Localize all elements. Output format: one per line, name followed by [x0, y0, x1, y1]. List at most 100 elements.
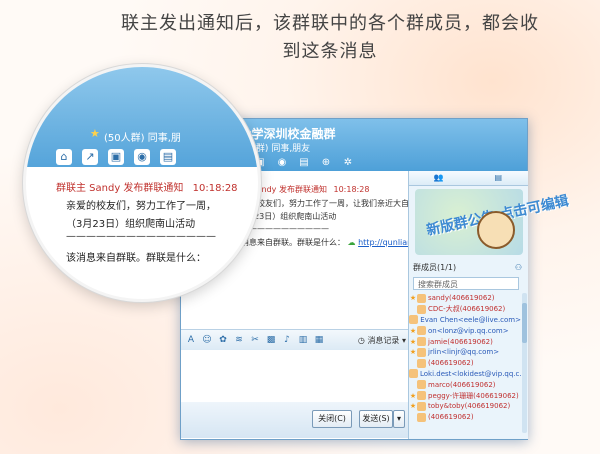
link-icon: ☁: [347, 238, 356, 247]
app-icon[interactable]: ▦: [313, 334, 325, 346]
magnifier-toolbar: ⌂ ↗ ▣ ◉ ▤: [56, 149, 176, 165]
caption: 联主发出通知后，该群联中的各个群成员，都会收 到这条消息: [110, 10, 550, 66]
star-icon: ★: [90, 127, 100, 140]
image-icon[interactable]: ▩: [265, 334, 277, 346]
admin-star-icon: ★: [409, 348, 417, 357]
send-options-button[interactable]: ▾: [393, 410, 405, 428]
avatar: [417, 304, 426, 314]
magnifier-group-tags: 同事,朋: [147, 133, 181, 144]
history-icon: ◷: [357, 335, 365, 345]
video-icon: ◉: [134, 149, 150, 165]
right-panel: 👥 ▤ 新版群公告 点击可编辑 群成员(1/1) ⚇ 搜索群成员 ★ sandy(…: [408, 171, 570, 439]
member-item[interactable]: ★ peggy-许珊珊(406619062): [409, 390, 521, 401]
caption-line-1: 联主发出通知后，该群联中的各个群成员，都会收: [121, 13, 539, 34]
member-name: sandy(406619062): [428, 294, 495, 303]
member-item[interactable]: marco(406619062): [409, 379, 521, 390]
member-name: jrlin<linjr@qq.com>: [428, 348, 500, 357]
font-icon[interactable]: A: [185, 334, 197, 346]
member-list: ★ sandy(406619062) CDC-大叔(406619062) Evan C…: [409, 293, 521, 423]
apps-icon[interactable]: ⊕: [317, 155, 335, 169]
admin-star-icon: ★: [409, 337, 417, 346]
member-name: jamie(406619062): [428, 337, 493, 346]
member-name: on<lonz@vip.qq.com>: [428, 326, 509, 335]
music-icon[interactable]: ♪: [281, 334, 293, 346]
magnifier-callout: ★ (50人群) 同事,朋 ⌂ ↗ ▣ ◉ ▤ 群联主 Sandy 发布群联通知…: [23, 64, 261, 302]
message-time: 10:18:28: [333, 185, 370, 194]
chevron-down-icon: ▾: [401, 335, 406, 345]
close-button[interactable]: 关闭(C): [312, 410, 352, 428]
member-item[interactable]: ★ on<lonz@vip.qq.com>: [409, 325, 521, 336]
avatar: [417, 358, 426, 368]
group-tags: 同事,朋友: [271, 144, 311, 154]
member-item[interactable]: Evan Chen<eele@live.com>: [409, 315, 521, 326]
admin-star-icon: ★: [409, 391, 417, 400]
admin-star-icon: ★: [409, 294, 417, 303]
emoji-icon[interactable]: ☺: [201, 334, 213, 346]
magnifier-sender: 群联主 Sandy 发布群联通知: [56, 183, 184, 194]
share-icon: ↗: [82, 149, 98, 165]
magnifier-line-1: 亲爱的校友们，努力工作了一周，: [66, 201, 216, 212]
scrollbar-thumb[interactable]: [522, 303, 527, 343]
members-label: 群成员(1/1): [413, 263, 457, 272]
magnifier-time: 10:18:28: [192, 183, 238, 194]
clipboard-icon: ▤: [160, 149, 176, 165]
notice-tab-icon[interactable]: ▤: [469, 171, 529, 185]
avatar: [409, 315, 419, 325]
magnifier-header: ★ (50人群) 同事,朋 ⌂ ↗ ▣ ◉ ▤: [26, 67, 258, 167]
member-item[interactable]: CDC-大叔(406619062): [409, 304, 521, 315]
magnifier-line-4: 该消息来自群联。群联是什么：: [66, 253, 206, 264]
avatar: [417, 380, 426, 390]
member-item[interactable]: ★ toby&toby(406619062): [409, 401, 521, 412]
member-list-scrollbar[interactable]: [522, 293, 527, 433]
avatar: [417, 337, 426, 347]
format-toolbar: A ☺ ✿ ≋ ✂ ▩ ♪ ▥ ▦ ◷ 消息记录 ▾: [181, 329, 412, 351]
gift-icon[interactable]: ✿: [217, 334, 229, 346]
message-source-text: 该消息来自群联。群联是什么：: [233, 238, 345, 247]
avatar: [417, 401, 426, 411]
avatar: [417, 391, 426, 401]
message-input[interactable]: [181, 350, 408, 402]
member-name: toby&toby(406619062): [428, 402, 511, 411]
member-item[interactable]: ★ jrlin<linjr@qq.com>: [409, 347, 521, 358]
member-item[interactable]: Loki.dest<lokidest@vip.qq.c...: [409, 369, 521, 380]
send-button[interactable]: 发送(S): [359, 410, 393, 428]
member-name: marco(406619062): [428, 380, 496, 389]
screenshot-icon[interactable]: ✂: [249, 334, 261, 346]
group-notice-banner[interactable]: 新版群公告 点击可编辑: [415, 189, 570, 255]
member-search-input[interactable]: 搜索群成员: [413, 277, 519, 290]
vote-icon[interactable]: ▥: [297, 334, 309, 346]
clipboard-icon[interactable]: ▤: [295, 155, 313, 169]
avatar: [417, 347, 426, 357]
avatar: [409, 369, 418, 379]
video-icon[interactable]: ◉: [273, 155, 291, 169]
shake-icon[interactable]: ≋: [233, 334, 245, 346]
member-name: Loki.dest<lokidest@vip.qq.c...: [420, 369, 521, 378]
message-line-1: 亲爱的校友们，努力工作了一周，让我们亲近大自然！: [233, 199, 425, 208]
member-item[interactable]: ★ sandy(406619062): [409, 293, 521, 304]
bottom-bar: 关闭(C) 发送(S) ▾: [181, 402, 408, 438]
avatar: [417, 412, 426, 422]
member-item[interactable]: (406619062): [409, 412, 521, 423]
magnifier-line-2: （3月23日）组织爬南山活动: [66, 219, 196, 230]
members-header: 群成员(1/1) ⚇: [409, 261, 528, 275]
member-name: CDC-大叔(406619062): [428, 305, 506, 314]
magnifier-group-count: (50人群): [104, 133, 145, 144]
avatar: [417, 293, 426, 303]
member-name: peggy-许珊珊(406619062): [428, 391, 519, 400]
member-name: (406619062): [428, 359, 474, 368]
gear-icon[interactable]: ✲: [339, 155, 357, 169]
member-name: (406619062): [428, 413, 474, 422]
member-item[interactable]: ★ jamie(406619062): [409, 336, 521, 347]
history-label: 消息记录: [367, 335, 400, 345]
add-member-icon[interactable]: ⚇: [515, 261, 522, 275]
magnifier-message-header: 群联主 Sandy 发布群联通知 10:18:28: [56, 179, 238, 194]
admin-star-icon: ★: [409, 326, 417, 335]
cartoon-image: [477, 211, 515, 249]
magnifier-line-3: ———————————————: [66, 231, 216, 242]
avatar: [417, 326, 426, 336]
member-name: Evan Chen<eele@live.com>: [420, 315, 521, 324]
members-tab-icon[interactable]: 👥: [409, 171, 469, 185]
message-history-button[interactable]: ◷ 消息记录 ▾: [358, 335, 406, 346]
member-item[interactable]: (406619062): [409, 358, 521, 369]
folder-icon: ▣: [108, 149, 124, 165]
